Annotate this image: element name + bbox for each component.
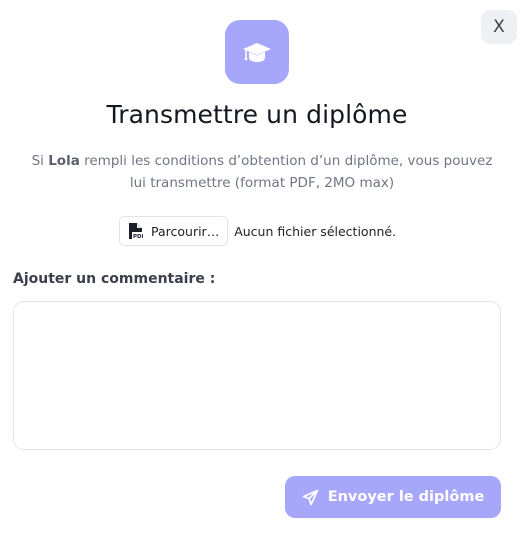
modal-description: Si Lola rempli les conditions d’obtentio… xyxy=(27,150,497,194)
browse-file-button[interactable]: PDF Parcourir… xyxy=(119,216,229,246)
svg-text:PDF: PDF xyxy=(133,234,143,240)
comment-label: Ajouter un commentaire : xyxy=(13,271,216,287)
graduation-cap-icon xyxy=(243,43,271,62)
close-label: X xyxy=(493,17,505,37)
student-name: Lola xyxy=(48,153,80,169)
comment-textarea[interactable] xyxy=(13,301,501,450)
modal-title: Transmettre un diplôme xyxy=(106,100,408,129)
send-button-label: Envoyer le diplôme xyxy=(327,489,485,505)
file-status-text: Aucun fichier sélectionné. xyxy=(234,223,397,239)
close-button[interactable]: X xyxy=(481,10,517,44)
diploma-icon-badge xyxy=(225,20,289,84)
file-input-row: PDF Parcourir… Aucun fichier sélectionné… xyxy=(119,216,396,246)
pdf-file-icon: PDF xyxy=(128,222,143,240)
send-diploma-button[interactable]: Envoyer le diplôme xyxy=(285,476,501,518)
description-prefix: Si xyxy=(31,153,49,169)
browse-button-label: Parcourir… xyxy=(151,223,220,239)
description-text: rempli les conditions d’obtention d’un d… xyxy=(79,153,493,191)
paper-plane-icon xyxy=(302,489,319,506)
